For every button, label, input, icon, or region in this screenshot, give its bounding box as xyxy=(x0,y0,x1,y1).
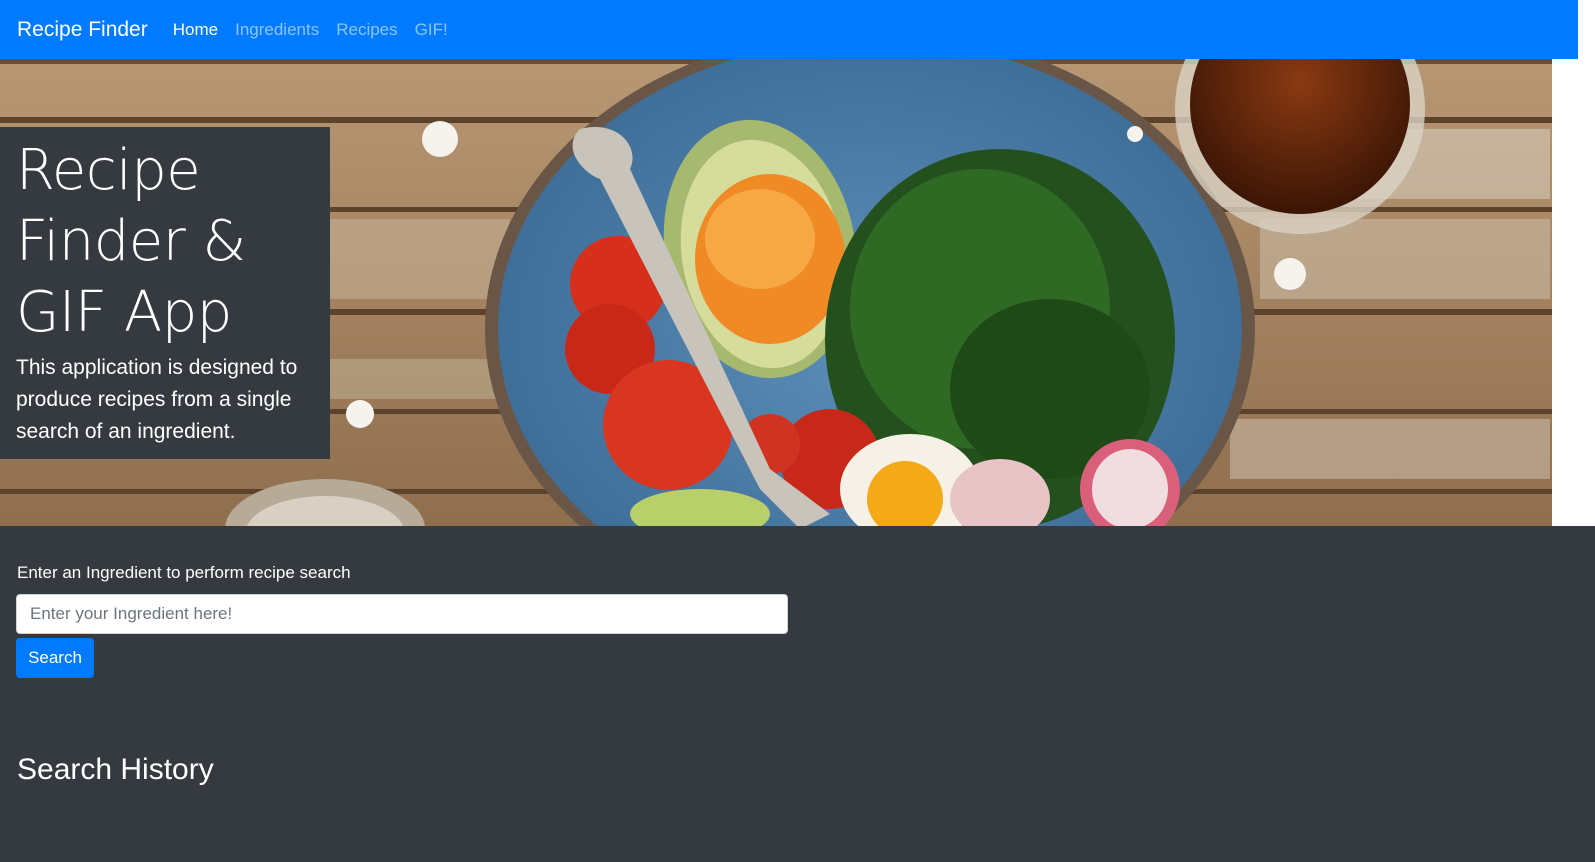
nav-link-home[interactable]: Home xyxy=(173,20,218,40)
top-navbar: Recipe Finder Home Ingredients Recipes G… xyxy=(0,0,1578,59)
search-label: Enter an Ingredient to perform recipe se… xyxy=(17,563,351,582)
navbar-brand[interactable]: Recipe Finder xyxy=(17,18,148,42)
hero-description: This application is designed to produce … xyxy=(16,356,298,443)
search-button[interactable]: Search xyxy=(16,638,94,678)
hero-text-panel: Recipe Finder & GIF App This application… xyxy=(0,127,330,459)
search-history-title: Search History xyxy=(17,753,214,786)
hero-title-line: Finder & xyxy=(16,209,246,274)
hero-title-line: GIF App xyxy=(16,280,232,345)
hero-title: Recipe Finder & GIF App xyxy=(16,135,314,348)
hero-title-line: Recipe xyxy=(16,138,201,203)
nav-link-recipes[interactable]: Recipes xyxy=(336,20,397,40)
nav-link-gif[interactable]: GIF! xyxy=(415,20,448,40)
page-edge xyxy=(1552,59,1595,526)
hero-banner: Recipe Finder & GIF App This application… xyxy=(0,59,1578,526)
nav-link-ingredients[interactable]: Ingredients xyxy=(235,20,319,40)
ingredient-search-input[interactable] xyxy=(16,594,788,634)
